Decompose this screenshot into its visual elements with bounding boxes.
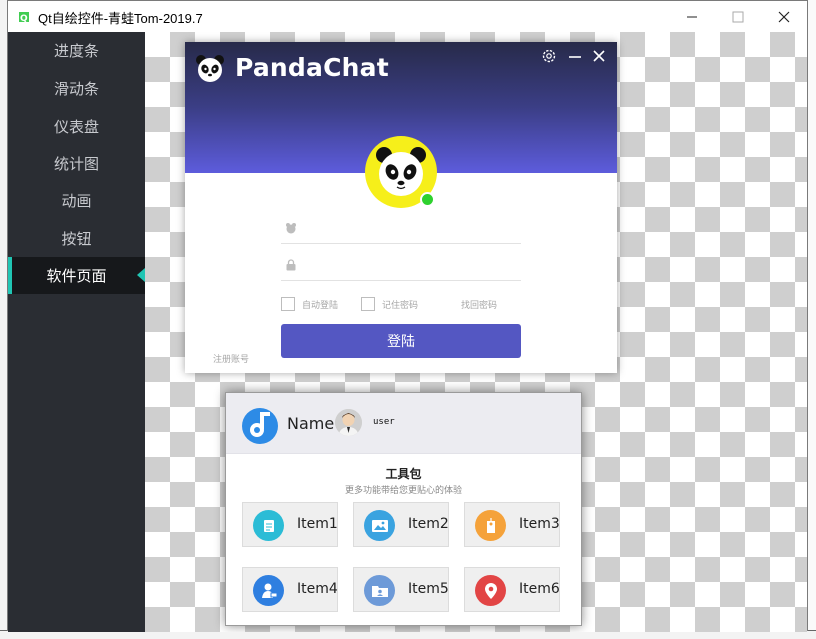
password-field[interactable] [281,253,521,281]
minimize-icon [687,16,697,17]
tool-item-label: Item4 [297,581,338,597]
location-pin-icon [475,575,506,606]
tool-item-3[interactable]: Item3 [464,502,560,547]
tool-item-label: Item2 [408,516,449,532]
online-status-dot [420,192,435,207]
tag-icon [475,510,506,541]
tool-item-5[interactable]: Item5 [353,567,449,612]
sidebar-item-button[interactable]: 按钮 [8,220,145,257]
username-field[interactable] [281,216,521,244]
picture-icon [364,510,395,541]
close-button[interactable] [761,1,807,32]
main-window: Q Qt自绘控件-青蛙Tom-2019.7 进度条 滑动条 仪表盘 统计图 动画… [7,0,808,632]
sidebar-item-progress-bar[interactable]: 进度条 [8,32,145,69]
user-avatar[interactable] [335,409,362,436]
canvas-area: PandaChat 自动登陆 记住密码 找回密码 登陆 注册账号 Name us… [145,32,807,632]
sidebar-item-gauge[interactable]: 仪表盘 [8,108,145,145]
tool-item-label: Item6 [519,581,560,597]
toolbox-subtitle: 更多功能带给您更贴心的体验 [344,486,462,496]
lock-icon [286,259,296,271]
toolbox-header: Name user [226,393,581,454]
sidebar-item-slider[interactable]: 滑动条 [8,70,145,107]
bear-icon [286,223,296,234]
sidebar-item-software-page[interactable]: 软件页面 [8,257,145,294]
toolbox-panel: Name user 工具包 更多功能带给您更贴心的体验 Item1 Item2 … [225,392,582,626]
tool-item-4[interactable]: Item4 [242,567,338,612]
app-name: Name [287,414,335,433]
window-title: Qt自绘控件-青蛙Tom-2019.7 [38,11,203,26]
music-note-logo-icon [242,408,278,444]
svg-text:Q: Q [20,14,28,24]
folder-user-icon [364,575,395,606]
app-icon: Q [19,12,29,24]
sidebar-item-label: 软件页面 [46,267,107,285]
maximize-button[interactable] [715,1,761,32]
recover-password-link[interactable]: 找回密码 [461,296,497,312]
sidebar-item-animation[interactable]: 动画 [8,182,145,219]
sidebar-item-label: 进度条 [53,42,99,60]
register-link[interactable]: 注册账号 [213,352,249,365]
sidebar: 进度条 滑动条 仪表盘 统计图 动画 按钮 软件页面 [8,32,145,632]
minimize-icon[interactable] [567,48,583,64]
sidebar-item-label: 按钮 [61,230,92,248]
remember-password-option[interactable]: 记住密码 [361,296,418,312]
auto-login-label: 自动登陆 [302,300,339,311]
close-icon [778,11,790,22]
remember-password-label: 记住密码 [382,300,419,311]
login-panel: PandaChat 自动登陆 记住密码 找回密码 登陆 注册账号 [185,42,617,373]
close-icon[interactable] [591,48,607,64]
sidebar-item-label: 统计图 [53,155,99,173]
user-avatar-icon [335,409,362,436]
tool-item-label: Item5 [408,581,449,597]
panda-avatar-icon [376,147,426,196]
auto-login-checkbox[interactable] [281,297,295,311]
auto-login-option[interactable]: 自动登陆 [281,296,338,312]
remember-password-checkbox[interactable] [361,297,375,311]
user-name: user [373,417,395,427]
sidebar-item-label: 仪表盘 [53,118,99,136]
panda-logo-icon [196,55,224,82]
minimize-button[interactable] [669,1,715,32]
tool-item-1[interactable]: Item1 [242,502,338,547]
background-window-right [807,0,816,639]
title-bar[interactable]: Q Qt自绘控件-青蛙Tom-2019.7 [8,1,807,32]
document-icon [253,510,284,541]
tool-item-2[interactable]: Item2 [353,502,449,547]
sidebar-item-chart[interactable]: 统计图 [8,145,145,182]
toolbox-title: 工具包 [385,467,422,481]
login-button[interactable]: 登陆 [281,324,521,358]
tool-item-6[interactable]: Item6 [464,567,560,612]
sidebar-item-label: 动画 [61,192,92,210]
settings-gear-icon[interactable] [541,48,557,64]
recover-password-label: 找回密码 [461,300,498,311]
tool-item-label: Item3 [519,516,560,532]
tool-item-label: Item1 [297,516,338,532]
brand-name: PandaChat [235,53,389,82]
user-cart-icon [253,575,284,606]
sidebar-item-label: 滑动条 [53,80,99,98]
maximize-icon [732,11,744,22]
